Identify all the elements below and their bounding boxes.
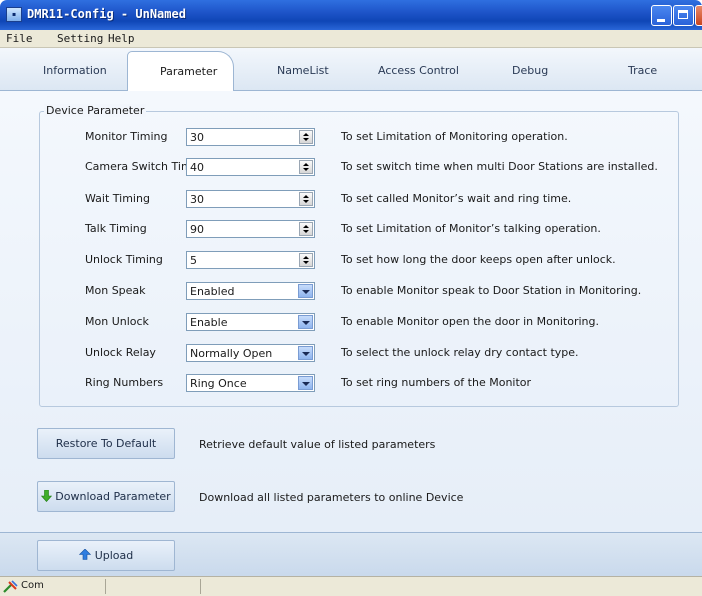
restore-default-button[interactable]: Restore To Default xyxy=(37,428,175,459)
download-parameter-label: Download Parameter xyxy=(55,490,171,503)
close-button[interactable] xyxy=(695,5,702,26)
param-description: To set switch time when multi Door Stati… xyxy=(341,160,658,173)
mon-unlock-select[interactable]: Enable xyxy=(186,313,315,331)
dropdown-arrow-icon[interactable] xyxy=(298,315,313,329)
field-value: Enable xyxy=(190,316,228,329)
status-bar: Com xyxy=(0,576,702,596)
ring-numbers-select[interactable]: Ring Once xyxy=(186,374,315,392)
title-bar: ▪ DMR11-Config - UnNamed xyxy=(0,0,702,30)
param-label: Unlock Timing xyxy=(85,253,163,266)
param-description: To enable Monitor speak to Door Station … xyxy=(341,284,642,297)
param-description: To set ring numbers of the Monitor xyxy=(341,376,532,389)
menu-bar: File Setting Help xyxy=(0,30,702,48)
download-parameter-button[interactable]: Download Parameter xyxy=(37,481,175,512)
field-value: 30 xyxy=(190,131,204,144)
tab-parameter-label: Parameter xyxy=(160,65,218,78)
field-value: 90 xyxy=(190,223,204,236)
param-label: Wait Timing xyxy=(85,192,150,205)
field-value: 5 xyxy=(190,254,197,267)
plug-icon xyxy=(3,580,18,593)
app-icon: ▪ xyxy=(6,7,22,22)
restore-description: Retrieve default value of listed paramet… xyxy=(199,438,436,451)
param-label: Mon Unlock xyxy=(85,315,149,328)
param-label: Ring Numbers xyxy=(85,376,164,389)
window-title: DMR11-Config - UnNamed xyxy=(27,7,186,21)
status-text: Com xyxy=(21,580,44,591)
upload-arrow-icon xyxy=(78,548,91,560)
unlock-timing-input[interactable]: 5 xyxy=(186,251,315,269)
spin-arrows-icon[interactable] xyxy=(299,253,313,267)
maximize-button[interactable] xyxy=(673,5,694,26)
param-description: To set how long the door keeps open afte… xyxy=(341,253,616,266)
tab-parameter[interactable]: Parameter xyxy=(127,51,234,91)
param-label: Unlock Relay xyxy=(85,346,156,359)
param-label: Mon Speak xyxy=(85,284,146,297)
menu-setting[interactable]: Setting xyxy=(57,32,103,45)
group-title: Device Parameter xyxy=(44,104,147,117)
field-value: 30 xyxy=(190,193,204,206)
mon-speak-select[interactable]: Enabled xyxy=(186,282,315,300)
tab-trace[interactable]: Trace xyxy=(628,64,657,77)
camera-switch-timing-input[interactable]: 40 xyxy=(186,158,315,176)
param-description: To select the unlock relay dry contact t… xyxy=(341,346,579,359)
field-value: Normally Open xyxy=(190,347,273,360)
minimize-button[interactable] xyxy=(651,5,672,26)
wait-timing-input[interactable]: 30 xyxy=(186,190,315,208)
spin-arrows-icon[interactable] xyxy=(299,160,313,174)
param-description: To enable Monitor open the door in Monit… xyxy=(341,315,599,328)
spin-arrows-icon[interactable] xyxy=(299,222,313,236)
upload-button[interactable]: Upload xyxy=(37,540,175,571)
unlock-relay-select[interactable]: Normally Open xyxy=(186,344,315,362)
upload-label: Upload xyxy=(94,549,134,562)
status-divider xyxy=(200,579,201,594)
spin-arrows-icon[interactable] xyxy=(299,192,313,206)
status-divider xyxy=(105,579,106,594)
monitor-timing-input[interactable]: 30 xyxy=(186,128,315,146)
menu-file[interactable]: File xyxy=(6,32,33,45)
restore-default-label: Restore To Default xyxy=(55,437,157,450)
tab-information[interactable]: Information xyxy=(43,64,107,77)
talk-timing-input[interactable]: 90 xyxy=(186,220,315,238)
field-value: Enabled xyxy=(190,285,235,298)
dropdown-arrow-icon[interactable] xyxy=(298,376,313,390)
dropdown-arrow-icon[interactable] xyxy=(298,284,313,298)
param-label: Monitor Timing xyxy=(85,130,168,143)
param-label: Talk Timing xyxy=(85,222,147,235)
download-arrow-icon xyxy=(41,489,53,502)
spin-arrows-icon[interactable] xyxy=(299,130,313,144)
tab-namelist[interactable]: NameList xyxy=(277,64,329,77)
menu-help[interactable]: Help xyxy=(108,32,135,45)
param-description: To set Limitation of Monitoring operatio… xyxy=(341,130,568,143)
param-description: To set Limitation of Monitor’s talking o… xyxy=(341,222,601,235)
field-value: Ring Once xyxy=(190,377,247,390)
tab-debug[interactable]: Debug xyxy=(512,64,548,77)
param-description: To set called Monitor’s wait and ring ti… xyxy=(341,192,572,205)
download-description: Download all listed parameters to online… xyxy=(199,491,464,504)
tab-access-control[interactable]: Access Control xyxy=(378,64,459,77)
dropdown-arrow-icon[interactable] xyxy=(298,346,313,360)
field-value: 40 xyxy=(190,161,204,174)
